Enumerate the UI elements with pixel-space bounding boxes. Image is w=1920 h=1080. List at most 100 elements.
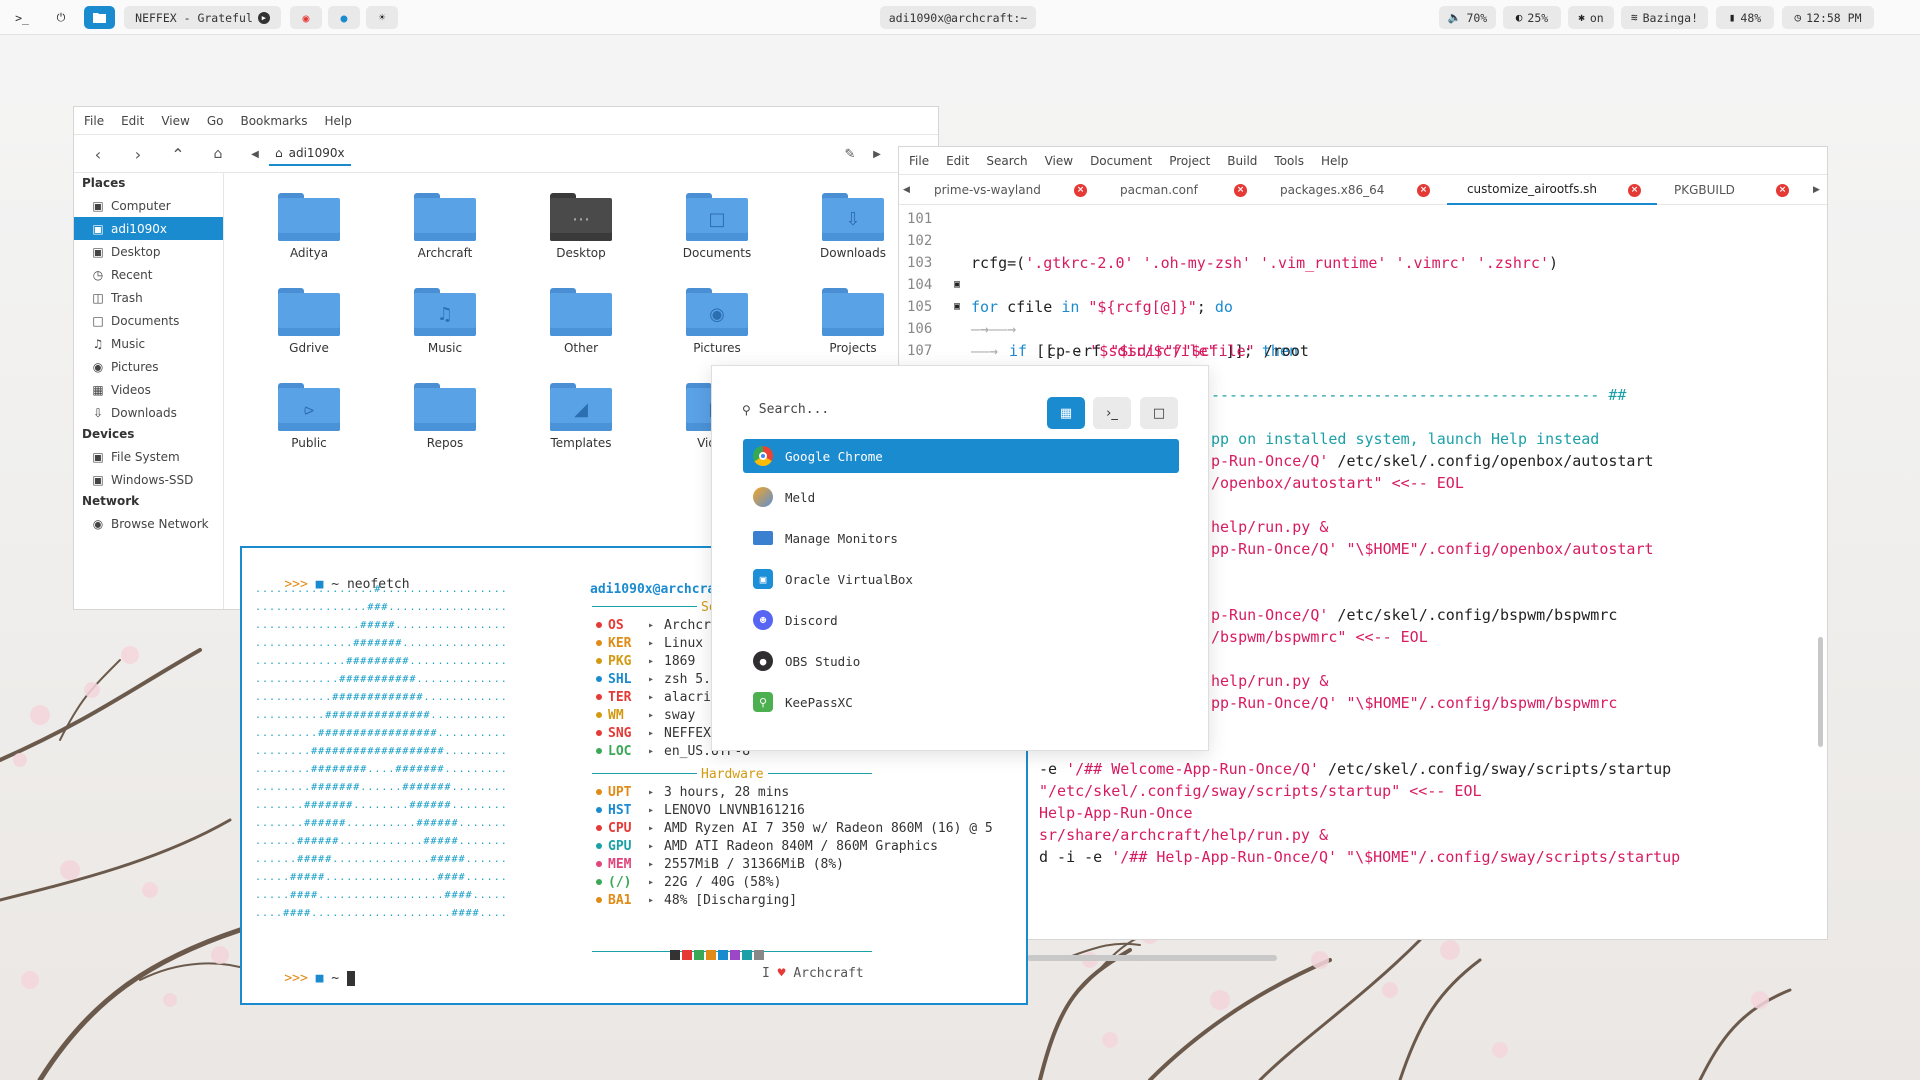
wifi-widget[interactable]: ≋ Bazinga! xyxy=(1621,6,1708,29)
sidebar-item-pictures[interactable]: ◉ Pictures xyxy=(74,355,223,378)
folder-item-repos[interactable]: Repos xyxy=(390,375,500,463)
menu-search[interactable]: Search xyxy=(986,154,1027,168)
places-header: Places xyxy=(82,176,126,190)
back-icon[interactable]: ‹ xyxy=(87,143,109,165)
close-tab-icon[interactable]: × xyxy=(1074,184,1087,197)
path-left-arrow-icon[interactable]: ◀ xyxy=(244,143,266,165)
folder-item-projects[interactable]: Projects xyxy=(798,280,908,368)
palette-icon[interactable]: ● xyxy=(328,6,360,29)
vertical-scrollbar[interactable] xyxy=(1818,637,1823,747)
fold-marker-icon[interactable]: ▣ xyxy=(954,274,960,296)
up-icon[interactable]: ⌃ xyxy=(167,143,189,165)
launcher-item-keepassxc[interactable]: ⚲ KeePassXC xyxy=(743,685,1179,719)
brightness-widget[interactable]: ◐ 25% xyxy=(1503,6,1561,29)
arrow-icon: ▸ xyxy=(648,619,655,631)
path-right-arrow-icon[interactable]: ▶ xyxy=(866,143,888,165)
menu-help[interactable]: Help xyxy=(325,114,352,128)
folder-item-desktop[interactable]: ⋯ Desktop xyxy=(526,185,636,273)
horizontal-scrollbar[interactable] xyxy=(1027,955,1277,961)
sidebar-item-videos[interactable]: ▦ Videos xyxy=(74,378,223,401)
tab-pkgbuild[interactable]: PKGBUILD xyxy=(1674,175,1735,205)
menu-view[interactable]: View xyxy=(1045,154,1073,168)
sidebar-item-desktop[interactable]: ▣ Desktop xyxy=(74,240,223,263)
play-icon[interactable]: ▶ xyxy=(257,11,270,24)
files-mode-button[interactable]: □ xyxy=(1140,397,1178,429)
close-tab-icon[interactable]: × xyxy=(1417,184,1430,197)
sidebar-item-documents[interactable]: □ Documents xyxy=(74,309,223,332)
footer-brand: Archcraft xyxy=(793,965,864,981)
menu-document[interactable]: Document xyxy=(1090,154,1152,168)
documents-folder-icon: □ xyxy=(686,193,748,241)
menu-file[interactable]: File xyxy=(909,154,929,168)
menu-file[interactable]: File xyxy=(84,114,104,128)
sidebar-item-home[interactable]: ▣ adi1090x xyxy=(74,217,223,240)
fold-marker-icon[interactable]: ▣ xyxy=(954,296,960,318)
tab-customize-airootfs[interactable]: customize_airootfs.sh xyxy=(1447,175,1657,205)
launcher-item-discord[interactable]: ☻ Discord xyxy=(743,603,1179,637)
bullet-icon xyxy=(596,676,602,682)
sidebar-item-windows-ssd[interactable]: ▣ Windows-SSD xyxy=(74,468,223,491)
sidebar-item-recent[interactable]: ◷ Recent xyxy=(74,263,223,286)
launcher-item-manage-monitors[interactable]: Manage Monitors xyxy=(743,521,1179,555)
sidebar-item-downloads[interactable]: ⇩ Downloads xyxy=(74,401,223,424)
tab-pacman-conf[interactable]: pacman.conf xyxy=(1120,175,1198,205)
launcher-search-input[interactable]: ⚲ Search... xyxy=(742,402,829,417)
brightness-sun-icon[interactable]: ☀ xyxy=(366,6,398,29)
bullet-icon xyxy=(596,640,602,646)
sidebar-item-trash[interactable]: ◫ Trash xyxy=(74,286,223,309)
folder-item-music[interactable]: ♫ Music xyxy=(390,280,500,368)
home-icon[interactable]: ⌂ xyxy=(207,143,229,165)
menu-tools[interactable]: Tools xyxy=(1274,154,1304,168)
media-player-widget[interactable]: NEFFEX - Grateful ▶ xyxy=(124,6,281,29)
sidebar-item-music[interactable]: ♫ Music xyxy=(74,332,223,355)
launcher-item-oracle-virtualbox[interactable]: ▣ Oracle VirtualBox xyxy=(743,562,1179,596)
folder-item-archcraft[interactable]: Archcraft xyxy=(390,185,500,273)
menu-help[interactable]: Help xyxy=(1321,154,1348,168)
close-tab-icon[interactable]: × xyxy=(1628,184,1641,197)
eye-off-icon[interactable]: ◉ xyxy=(290,6,322,29)
folder-icon: □ xyxy=(1152,405,1166,421)
menu-go[interactable]: Go xyxy=(207,114,224,128)
bluetooth-widget[interactable]: ✱ on xyxy=(1568,6,1614,29)
tab-packages-x86-64[interactable]: packages.x86_64 xyxy=(1280,175,1384,205)
sidebar-item-filesystem[interactable]: ▣ File System xyxy=(74,445,223,468)
path-button-home[interactable]: ⌂ adi1090x xyxy=(269,142,351,166)
launcher-item-meld[interactable]: Meld xyxy=(743,480,1179,514)
volume-widget[interactable]: 🔈 70% xyxy=(1439,6,1496,29)
folder-item-templates[interactable]: ◢ Templates xyxy=(526,375,636,463)
folder-item-documents[interactable]: □ Documents xyxy=(662,185,772,273)
launcher-item-google-chrome[interactable]: Google Chrome xyxy=(743,439,1179,473)
run-mode-button[interactable]: ›_ xyxy=(1093,397,1131,429)
code-line: 102 rcfg=('.gtkrc-2.0' '.oh-my-zsh' '.vi… xyxy=(899,230,1558,272)
sidebar-item-browse-network[interactable]: ◉ Browse Network xyxy=(74,512,223,535)
apps-grid-mode-button[interactable]: ▦ xyxy=(1047,397,1085,429)
menu-edit[interactable]: Edit xyxy=(121,114,144,128)
folder-item-pictures[interactable]: ◉ Pictures xyxy=(662,280,772,368)
menu-edit[interactable]: Edit xyxy=(946,154,969,168)
folder-item-downloads[interactable]: ⇩ Downloads xyxy=(798,185,908,273)
tab-prime-vs-wayland[interactable]: prime-vs-wayland xyxy=(934,175,1041,205)
folder-item-public[interactable]: ⪧ Public xyxy=(254,375,364,463)
close-tab-icon[interactable]: × xyxy=(1776,184,1789,197)
power-icon[interactable]: ⏻ xyxy=(47,6,75,29)
tabs-scroll-right-icon[interactable]: ▶ xyxy=(1813,175,1820,205)
menu-build[interactable]: Build xyxy=(1227,154,1257,168)
tabs-scroll-left-icon[interactable]: ◀ xyxy=(903,175,910,205)
close-tab-icon[interactable]: × xyxy=(1234,184,1247,197)
sidebar-item-computer[interactable]: ▣ Computer xyxy=(74,194,223,217)
launcher-item-obs-studio[interactable]: ● OBS Studio xyxy=(743,644,1179,678)
file-manager-button[interactable] xyxy=(84,6,115,29)
battery-widget[interactable]: ▮ 48% xyxy=(1716,6,1774,29)
terminal-launcher-icon[interactable]: >_ xyxy=(8,6,36,29)
menu-bookmarks[interactable]: Bookmarks xyxy=(240,114,307,128)
folder-item-other[interactable]: Other xyxy=(526,280,636,368)
folder-icon xyxy=(93,13,106,23)
search-icon: ⚲ xyxy=(742,402,751,417)
folder-item-aditya[interactable]: Aditya xyxy=(254,185,364,273)
edit-path-icon[interactable]: ✎ xyxy=(839,143,861,165)
menu-view[interactable]: View xyxy=(161,114,189,128)
clock-widget[interactable]: ◷ 12:58 PM xyxy=(1782,6,1874,29)
folder-item-gdrive[interactable]: Gdrive xyxy=(254,280,364,368)
forward-icon[interactable]: › xyxy=(127,143,149,165)
menu-project[interactable]: Project xyxy=(1169,154,1210,168)
